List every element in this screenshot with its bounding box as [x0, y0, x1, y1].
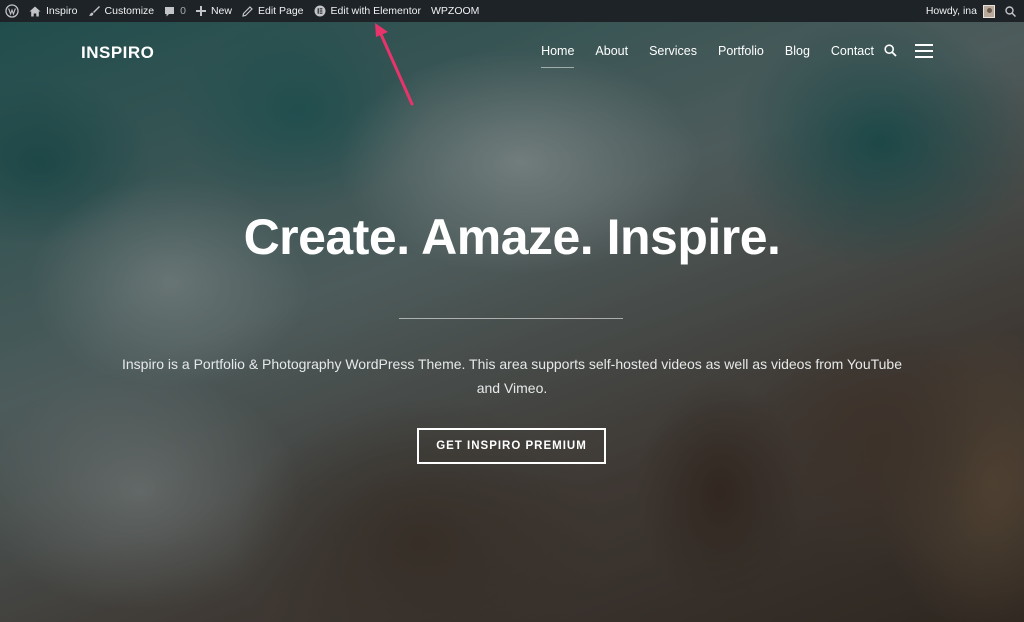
site-name: Inspiro: [46, 5, 78, 17]
brush-icon: [88, 6, 100, 16]
plus-icon: [195, 6, 206, 16]
main-nav: Home About Services Portfolio Blog Conta…: [541, 44, 874, 68]
customize-link[interactable]: Customize: [83, 0, 160, 22]
hero-title: Create. Amaze. Inspire.: [243, 209, 781, 265]
header-search-button[interactable]: [884, 44, 897, 62]
wp-logo-menu[interactable]: [0, 0, 24, 22]
search-icon: [884, 44, 897, 57]
home-icon: [29, 6, 41, 16]
nav-item-contact[interactable]: Contact: [831, 44, 874, 64]
hamburger-icon: [915, 44, 933, 46]
admin-search[interactable]: [1000, 0, 1024, 22]
comment-icon: [165, 6, 175, 16]
edit-page-link[interactable]: Edit Page: [237, 0, 309, 22]
hero-divider: [399, 318, 623, 319]
search-icon: [1005, 5, 1016, 17]
nav-item-home[interactable]: Home: [541, 44, 575, 68]
wpzoom-label: WPZOOM: [431, 5, 480, 17]
hero-section: INSPIRO Home About Services Portfolio Bl…: [0, 22, 1024, 622]
nav-item-services[interactable]: Services: [649, 44, 697, 64]
edit-with-elementor-link[interactable]: Edit with Elementor: [309, 0, 426, 22]
hamburger-menu-button[interactable]: [915, 44, 933, 58]
nav-item-about[interactable]: About: [595, 44, 628, 64]
annotation-arrow-icon: [375, 23, 414, 106]
pencil-icon: [242, 5, 253, 17]
hero-description: Inspiro is a Portfolio & Photography Wor…: [122, 356, 902, 396]
comments-count: 0: [180, 5, 186, 17]
avatar: [983, 4, 995, 18]
wordpress-icon: [5, 4, 19, 18]
nav-item-blog[interactable]: Blog: [785, 44, 810, 64]
get-premium-button[interactable]: GET INSPIRO PREMIUM: [417, 428, 606, 464]
wpzoom-menu[interactable]: WPZOOM: [426, 0, 484, 22]
new-content-menu[interactable]: New: [191, 0, 237, 22]
my-account-menu[interactable]: Howdy, ina: [921, 0, 1000, 22]
edit-page-label: Edit Page: [257, 5, 304, 17]
wp-admin-bar: Inspiro Customize 0 New Edit Page Edit w…: [0, 0, 1024, 22]
elementor-icon: [314, 5, 326, 17]
new-label: New: [210, 5, 232, 17]
comments-link[interactable]: 0: [159, 0, 191, 22]
customize-label: Customize: [104, 5, 155, 17]
site-name-menu[interactable]: Inspiro: [24, 0, 83, 22]
howdy-label: Howdy, ina: [925, 5, 977, 17]
site-logo[interactable]: INSPIRO: [81, 43, 154, 63]
edit-elementor-label: Edit with Elementor: [330, 5, 421, 17]
site-header: INSPIRO Home About Services Portfolio Bl…: [0, 22, 1024, 82]
nav-item-portfolio[interactable]: Portfolio: [718, 44, 764, 64]
